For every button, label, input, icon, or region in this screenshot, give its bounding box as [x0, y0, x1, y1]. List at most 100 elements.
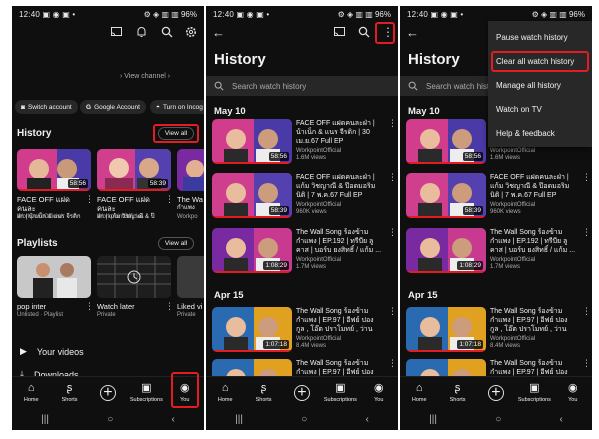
history-item-title[interactable]: The Wa กำแพง: [177, 195, 204, 213]
more-options-icon[interactable]: ⋮: [388, 359, 397, 369]
recents-icon[interactable]: |||: [429, 414, 437, 425]
history-video-row[interactable]: 58:39 FACE OFF แฝดคนละฝ่า | แก้ม วิชญาณี …: [400, 173, 592, 219]
playlist-name[interactable]: Watch later: [97, 302, 135, 311]
back-arrow-icon[interactable]: ←: [406, 25, 419, 40]
view-channel-link[interactable]: › View channel ›: [120, 73, 170, 80]
nav-home[interactable]: ⌂ Home: [208, 382, 242, 403]
nav-subscriptions[interactable]: ▣ Subscriptions: [129, 382, 163, 403]
back-icon[interactable]: ‹: [172, 414, 175, 425]
video-title[interactable]: The Wall Song ร้องข้ามกำแพง | EP.192 | ท…: [490, 228, 578, 255]
nav-create[interactable]: +: [285, 384, 319, 401]
more-options-icon[interactable]: ⋮: [388, 228, 397, 238]
nav-create[interactable]: +: [91, 384, 125, 401]
nav-home[interactable]: ⌂ Home: [402, 382, 436, 403]
history-thumb-1[interactable]: 58:56: [17, 149, 91, 191]
history-menu-screen: 12:40 ▣ ◉ ▣ • ⚙ ◈ ▥ ▥ 96% ← History Sear…: [400, 6, 592, 430]
history-video-row[interactable]: 1:08:29 The Wall Song ร้องข้ามกำแพง | EP.…: [400, 228, 592, 274]
playlist-name[interactable]: Liked vi: [177, 302, 202, 311]
cast-icon[interactable]: [111, 27, 122, 37]
video-title[interactable]: The Wall Song ร้องข้ามกำแพง | EP.97 | อี…: [490, 307, 578, 335]
search-icon: [408, 81, 418, 91]
more-options-icon[interactable]: ⋮: [388, 173, 397, 183]
nav-subscriptions[interactable]: ▣ Subscriptions: [323, 382, 357, 403]
playlist-thumb-liked[interactable]: [177, 256, 204, 298]
more-options-icon[interactable]: ⋮: [582, 173, 591, 183]
video-title[interactable]: The Wall Song ร้องข้ามกำแพง | EP.97 | อี…: [296, 307, 384, 335]
search-icon[interactable]: [358, 26, 370, 38]
back-arrow-icon[interactable]: ←: [212, 25, 225, 40]
subscriptions-icon: ▣: [335, 382, 346, 394]
search-icon[interactable]: [161, 26, 173, 38]
history-video-row[interactable]: 1:08:29 The Wall Song ร้องข้ามกำแพง | EP.…: [206, 228, 398, 274]
home-button-icon[interactable]: ○: [495, 414, 501, 425]
page-title: History: [408, 51, 460, 68]
history-video-row[interactable]: 58:56 FACE OFF แฝดคนละฝ่า | น้าเน็ก & แนร…: [206, 119, 398, 165]
settings-icon[interactable]: [185, 26, 197, 38]
video-thumbnail[interactable]: 58:39: [406, 173, 486, 218]
progress-bar: [212, 271, 292, 273]
history-screen: 12:40 ▣ ◉ ▣ • ⚙ ◈ ▥ ▥ 96% ← ⋮ History Se…: [206, 6, 398, 430]
nav-you[interactable]: ◉ You: [556, 382, 590, 403]
back-icon[interactable]: ‹: [560, 414, 563, 425]
playlist-thumb-pop-inter[interactable]: [17, 256, 91, 298]
video-thumbnail[interactable]: 58:56: [406, 119, 486, 164]
cast-icon[interactable]: [334, 27, 345, 37]
playlists-view-all-button[interactable]: View all: [158, 237, 194, 250]
search-history-input[interactable]: Search watch history: [206, 76, 398, 96]
more-options-icon[interactable]: ⋮: [582, 228, 591, 238]
nav-subscriptions[interactable]: ▣ Subscriptions: [517, 382, 551, 403]
notifications-icon[interactable]: [136, 26, 147, 38]
recents-icon[interactable]: |||: [235, 414, 243, 425]
more-options-icon[interactable]: ⋮: [582, 359, 591, 369]
history-video-row[interactable]: 1:07:18 The Wall Song ร้องข้ามกำแพง | EP.…: [206, 307, 398, 353]
more-options-icon[interactable]: ⋮: [85, 194, 94, 205]
page-title: History: [214, 51, 266, 68]
menu-help-feedback[interactable]: Help & feedback: [496, 129, 555, 138]
history-video-row[interactable]: 58:39 FACE OFF แฝดคนละฝ่า | แก้ม วิชญาณี …: [206, 173, 398, 219]
nav-home[interactable]: ⌂ Home: [14, 382, 48, 403]
nav-you[interactable]: ◉ You: [362, 382, 396, 403]
video-thumbnail[interactable]: 1:08:29: [212, 228, 292, 273]
date-header: Apr 15: [214, 290, 244, 301]
account-icon: ◙: [21, 103, 25, 111]
more-options-icon[interactable]: ⋮: [388, 119, 397, 129]
video-thumbnail[interactable]: 1:08:29: [406, 228, 486, 273]
video-title[interactable]: The Wall Song ร้องข้ามกำแพง | EP.192 | ท…: [296, 228, 384, 255]
menu-manage-history[interactable]: Manage all history: [496, 81, 561, 90]
video-thumbnail[interactable]: 1:07:18: [406, 307, 486, 352]
menu-watch-on-tv[interactable]: Watch on TV: [496, 105, 542, 114]
more-options-icon[interactable]: ⋮: [388, 307, 397, 317]
incognito-chip[interactable]: ◓ Turn on Incog: [150, 100, 204, 114]
google-account-chip[interactable]: G Google Account: [80, 100, 146, 114]
history-thumb-2[interactable]: 58:39: [97, 149, 171, 191]
your-videos-row[interactable]: ▶ Your videos: [20, 346, 84, 357]
history-video-row[interactable]: 1:07:18 The Wall Song ร้องข้ามกำแพง | EP.…: [400, 307, 592, 353]
menu-pause-history[interactable]: Pause watch history: [496, 33, 568, 42]
home-button-icon[interactable]: ○: [107, 414, 113, 425]
video-title[interactable]: FACE OFF แฝดคนละฝ่า | น้าเน็ก & แนร จีรด…: [296, 119, 384, 146]
video-thumbnail[interactable]: 1:07:18: [212, 307, 292, 352]
history-section-title: History: [17, 128, 52, 139]
home-button-icon[interactable]: ○: [301, 414, 307, 425]
more-options-icon[interactable]: ⋮: [85, 301, 94, 312]
more-options-icon[interactable]: ⋮: [165, 301, 174, 312]
video-title[interactable]: FACE OFF แฝดคนละฝ่า | แก้ม วิชญาณี & ป๊อ…: [490, 173, 578, 200]
nav-create[interactable]: +: [479, 384, 513, 401]
back-icon[interactable]: ‹: [366, 414, 369, 425]
playlist-name[interactable]: pop inter: [17, 302, 46, 311]
more-options-icon[interactable]: ⋮: [165, 194, 174, 205]
nav-shorts[interactable]: ʂ Shorts: [441, 382, 475, 403]
video-title[interactable]: FACE OFF แฝดคนละฝ่า | แก้ม วิชญาณี & ป๊อ…: [296, 173, 384, 200]
playlist-sub: Unlisted · Playlist: [17, 312, 64, 318]
video-thumbnail[interactable]: 58:39: [212, 173, 292, 218]
recents-icon[interactable]: |||: [41, 414, 49, 425]
video-thumbnail[interactable]: 58:56: [212, 119, 292, 164]
more-options-icon[interactable]: ⋮: [582, 307, 591, 317]
history-thumb-3[interactable]: [177, 149, 204, 191]
subscriptions-icon: ▣: [141, 382, 152, 394]
switch-account-chip[interactable]: ◙ Switch account: [15, 100, 78, 114]
playlist-thumb-watch-later[interactable]: [97, 256, 171, 298]
nav-shorts[interactable]: ʂ Shorts: [53, 382, 87, 403]
nav-shorts[interactable]: ʂ Shorts: [247, 382, 281, 403]
subscriptions-icon: ▣: [529, 382, 540, 394]
